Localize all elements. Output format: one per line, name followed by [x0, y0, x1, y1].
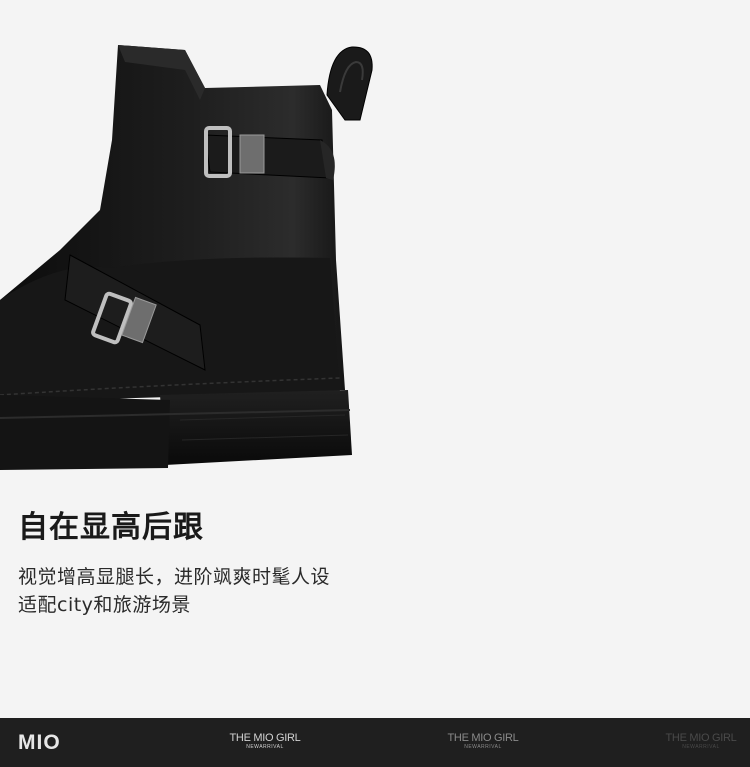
description-line-2: 适配city和旅游场景	[18, 594, 191, 616]
tagline-main: THE MIO GIRL	[665, 732, 737, 744]
tagline-sub: NEWARRIVAL	[246, 744, 284, 750]
footer-tagline-2: THE MIO GIRL NEWARRIVAL	[443, 733, 523, 751]
brand-logo: MIO	[18, 731, 61, 754]
footer-tagline-1: THE MIO GIRL NEWARRIVAL	[225, 733, 305, 751]
tagline-main: THE MIO GIRL	[229, 732, 301, 744]
tagline-sub: NEWARRIVAL	[464, 744, 502, 750]
product-description: 视觉增高显腿长，进阶飒爽时髦人设 适配city和旅游场景	[18, 563, 438, 619]
footer-bar: MIO THE MIO GIRL NEWARRIVAL THE MIO GIRL…	[0, 718, 750, 767]
tagline-main: THE MIO GIRL	[447, 732, 519, 744]
tagline-sub: NEWARRIVAL	[682, 744, 720, 750]
product-image-boot	[0, 0, 750, 480]
footer-tagline-3: THE MIO GIRL NEWARRIVAL	[661, 733, 741, 751]
product-headline: 自在显高后跟	[18, 510, 204, 545]
description-line-1: 视觉增高显腿长，进阶飒爽时髦人设	[18, 566, 331, 588]
boot-illustration	[0, 45, 373, 470]
